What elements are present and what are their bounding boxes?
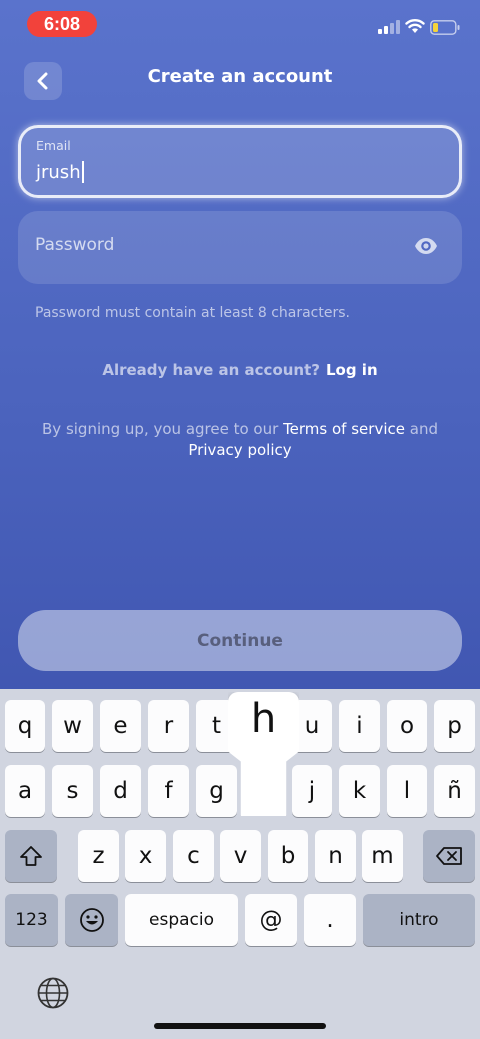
status-time: 6:08 — [27, 11, 97, 37]
backspace-icon — [436, 847, 462, 865]
key-o[interactable]: o — [387, 700, 427, 752]
home-indicator — [154, 1023, 326, 1029]
email-label: Email — [36, 138, 71, 153]
wifi-icon — [405, 19, 425, 33]
key-n[interactable]: n — [315, 830, 356, 882]
login-prompt: Already have an account? Log in — [0, 361, 480, 379]
key-q[interactable]: q — [5, 700, 45, 752]
key-j[interactable]: j — [292, 765, 332, 817]
key-n-tilde[interactable]: ñ — [434, 765, 475, 817]
key-a[interactable]: a — [5, 765, 45, 817]
continue-button[interactable]: Continue — [18, 610, 462, 671]
key-s[interactable]: s — [52, 765, 93, 817]
eye-icon[interactable] — [414, 237, 438, 255]
text-caret — [81, 161, 84, 183]
key-m[interactable]: m — [362, 830, 403, 882]
key-k[interactable]: k — [339, 765, 380, 817]
signup-screen: 6:08 Create an account Email jrush Passw… — [0, 0, 480, 1039]
shift-icon — [20, 846, 42, 866]
key-h-popup-label[interactable]: h — [228, 696, 299, 742]
battery-low-icon — [430, 20, 460, 35]
key-l[interactable]: l — [387, 765, 427, 817]
terms-notice: By signing up, you agree to our Terms of… — [30, 419, 450, 461]
shift-key[interactable] — [5, 830, 57, 882]
at-key[interactable]: @ — [245, 894, 297, 946]
cellular-signal-icon — [378, 20, 400, 34]
privacy-policy-link[interactable]: Privacy policy — [188, 441, 291, 459]
key-b[interactable]: b — [268, 830, 308, 882]
status-bar: 6:08 — [0, 0, 480, 50]
login-link[interactable]: Log in — [326, 361, 378, 379]
email-field[interactable]: Email jrush — [18, 125, 462, 198]
key-w[interactable]: w — [52, 700, 93, 752]
numbers-key[interactable]: 123 — [5, 894, 58, 946]
key-c[interactable]: c — [173, 830, 214, 882]
emoji-key[interactable] — [65, 894, 118, 946]
emoji-icon — [79, 908, 104, 932]
key-d[interactable]: d — [100, 765, 141, 817]
password-hint: Password must contain at least 8 charact… — [35, 305, 350, 321]
key-z[interactable]: z — [78, 830, 119, 882]
key-p[interactable]: p — [434, 700, 475, 752]
period-key[interactable]: . — [304, 894, 356, 946]
terms-of-service-link[interactable]: Terms of service — [283, 420, 405, 438]
space-key[interactable]: espacio — [125, 894, 238, 946]
key-i[interactable]: i — [339, 700, 380, 752]
email-value-wrap[interactable]: jrush — [36, 161, 84, 183]
login-question: Already have an account? — [102, 361, 320, 379]
page-title: Create an account — [147, 66, 333, 87]
key-e[interactable]: e — [100, 700, 141, 752]
key-r[interactable]: r — [148, 700, 189, 752]
delete-key[interactable] — [423, 830, 475, 882]
terms-prefix: By signing up, you agree to our — [42, 420, 279, 438]
key-g[interactable]: g — [196, 765, 237, 817]
globe-icon[interactable] — [36, 976, 70, 1010]
return-key[interactable]: intro — [363, 894, 475, 946]
key-f[interactable]: f — [148, 765, 189, 817]
password-placeholder: Password — [35, 235, 115, 255]
password-field[interactable]: Password — [18, 211, 462, 284]
key-x[interactable]: x — [125, 830, 166, 882]
terms-conjunction: and — [409, 420, 438, 438]
email-value: jrush — [36, 161, 81, 183]
key-v[interactable]: v — [220, 830, 261, 882]
